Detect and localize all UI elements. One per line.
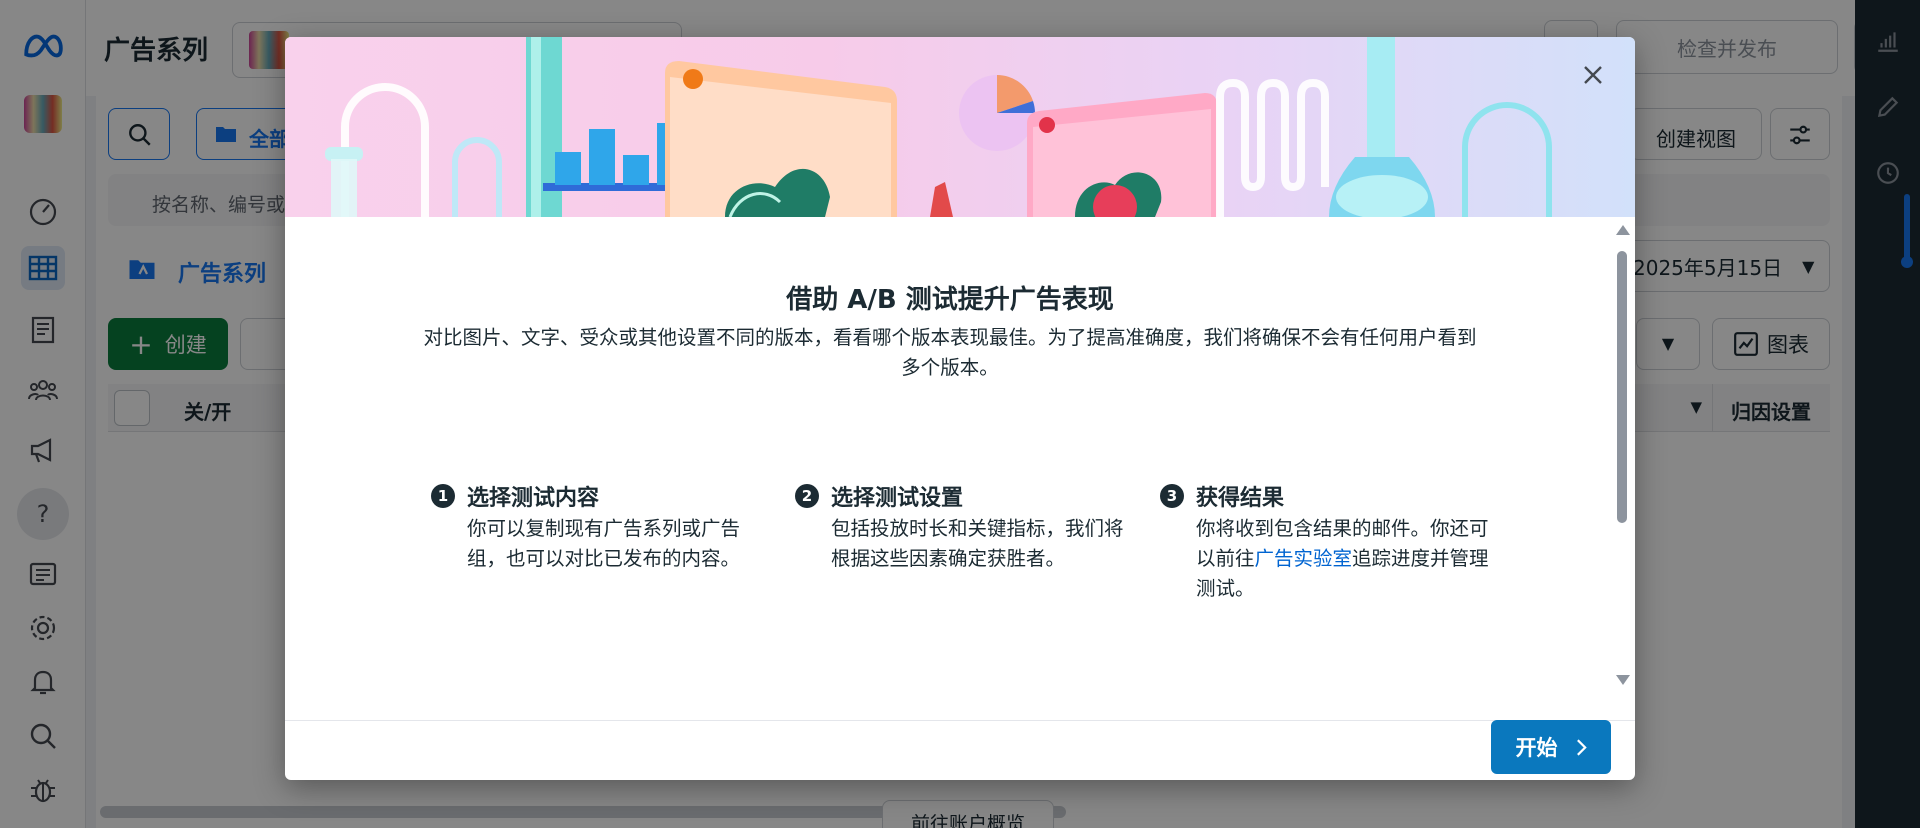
dialog-scrollbar[interactable] — [1615, 225, 1630, 685]
ab-test-illustration-icon — [325, 37, 1552, 217]
start-button[interactable]: 开始 — [1491, 720, 1611, 774]
step-text: 你将收到包含结果的邮件。你还可以前往广告实验室追踪进度并管理测试。 — [1196, 517, 1489, 600]
dialog-description: 对比图片、文字、受众或其他设置不同的版本，看看哪个版本表现最佳。为了提高准确度，… — [423, 326, 1477, 379]
close-button[interactable] — [1575, 57, 1611, 93]
step-title: 选择测试内容 — [467, 486, 600, 511]
ab-test-dialog: 借助 A/B 测试提升广告表现 对比图片、文字、受众或其他设置不同的版本，看看哪… — [285, 37, 1635, 780]
step-text: 你可以复制现有广告系列或广告组，也可以对比已发布的内容。 — [467, 517, 741, 570]
scroll-up-arrow-icon[interactable] — [1616, 225, 1630, 235]
step-title: 选择测试设置 — [831, 486, 964, 511]
step-number-badge: 2 — [795, 484, 819, 508]
dialog-title: 借助 A/B 测试提升广告表现 — [786, 285, 1114, 315]
step-text: 包括投放时长和关键指标，我们将根据这些因素确定获胜者。 — [831, 517, 1124, 570]
scroll-thumb[interactable] — [1617, 251, 1627, 523]
hero-illustration — [285, 37, 1635, 217]
close-icon — [1584, 66, 1602, 84]
scroll-down-arrow-icon[interactable] — [1616, 675, 1630, 685]
dialog-body: 借助 A/B 测试提升广告表现 对比图片、文字、受众或其他设置不同的版本，看看哪… — [285, 217, 1635, 717]
step-title: 获得结果 — [1196, 486, 1285, 511]
dialog-footer: 开始 — [285, 720, 1635, 780]
step-number-badge: 3 — [1160, 484, 1184, 508]
chevron-right-icon — [1576, 738, 1587, 756]
step-number-badge: 1 — [431, 484, 455, 508]
ads-lab-link[interactable]: 广告实验室 — [1255, 547, 1353, 570]
